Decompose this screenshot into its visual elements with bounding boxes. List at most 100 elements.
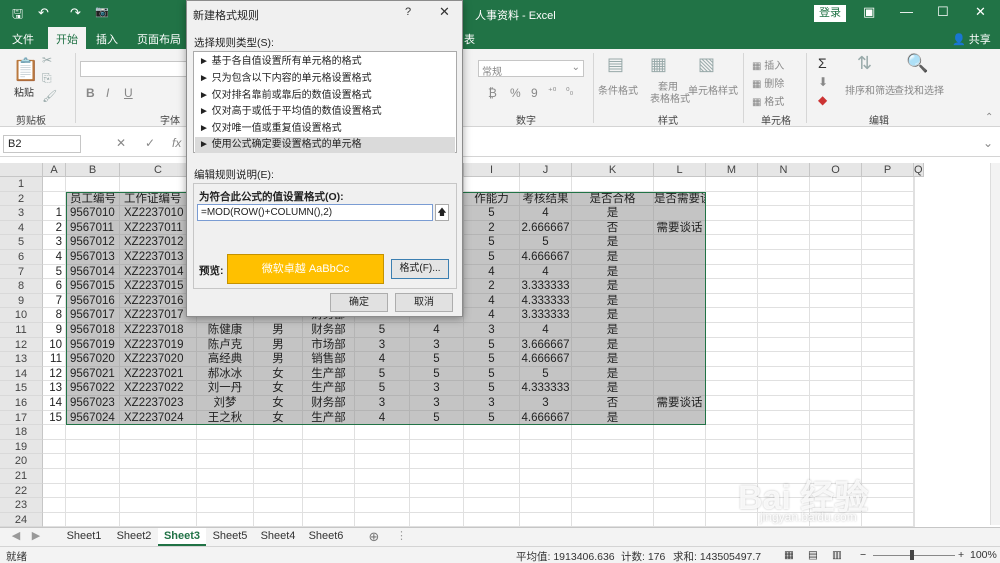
cell[interactable]: 4 [355, 352, 410, 367]
cell[interactable] [810, 396, 862, 411]
underline-button[interactable]: U [124, 86, 133, 100]
cell[interactable]: 9 [43, 323, 66, 338]
cell[interactable] [758, 425, 810, 440]
cell[interactable] [706, 235, 758, 250]
cell[interactable] [758, 454, 810, 469]
cell[interactable]: 是 [572, 366, 654, 382]
normal-view-icon[interactable]: ▦ [784, 549, 794, 561]
find-select-button[interactable]: 查找和选择 [894, 82, 944, 97]
cell[interactable]: 3.333333 [520, 308, 572, 323]
cell[interactable] [914, 250, 915, 265]
camera-icon[interactable]: 📷 [95, 5, 109, 18]
cell[interactable] [254, 483, 303, 499]
cell[interactable] [706, 439, 758, 455]
column-header-n[interactable]: N [758, 163, 810, 177]
cell[interactable]: 否 [572, 396, 654, 411]
cell[interactable] [66, 454, 120, 469]
cell[interactable] [706, 337, 758, 353]
row-header[interactable]: 15 [0, 381, 43, 396]
cell[interactable] [410, 439, 464, 455]
cell[interactable] [572, 483, 654, 499]
cell[interactable] [654, 425, 706, 440]
cell[interactable] [914, 498, 915, 513]
row-header[interactable]: 9 [0, 293, 43, 309]
rule-type-item[interactable]: ► 仅对高于或低于平均值的数值设置格式 [195, 104, 455, 120]
cell[interactable] [572, 469, 654, 484]
cell[interactable]: 9567022 [66, 381, 120, 396]
cell[interactable]: 9567017 [66, 308, 120, 323]
cell[interactable]: 9567014 [66, 264, 120, 280]
row-header[interactable]: 21 [0, 469, 43, 484]
cell[interactable]: 4 [520, 323, 572, 338]
cell[interactable] [810, 220, 862, 236]
cell[interactable] [66, 469, 120, 484]
tab-insert[interactable]: 插入 [96, 31, 118, 47]
cell[interactable] [520, 498, 572, 513]
cell[interactable] [520, 512, 572, 528]
row-header[interactable]: 23 [0, 498, 43, 513]
cell[interactable] [914, 279, 915, 294]
conditional-format-icon[interactable]: ▤ [607, 54, 624, 75]
cell[interactable] [120, 454, 197, 469]
cell[interactable] [862, 337, 914, 353]
cell[interactable] [654, 512, 706, 528]
cell[interactable] [914, 308, 915, 323]
cell[interactable] [758, 308, 810, 323]
cell[interactable] [43, 483, 66, 499]
cell[interactable]: 高经典 [197, 352, 254, 367]
row-header[interactable]: 7 [0, 264, 43, 280]
cell[interactable]: 9567023 [66, 396, 120, 411]
paste-icon[interactable]: 📋 [12, 57, 39, 83]
cell[interactable] [914, 337, 915, 353]
percent-button[interactable]: % [510, 86, 521, 100]
ok-button[interactable]: 确定 [330, 293, 388, 312]
cell[interactable]: 5 [464, 235, 520, 250]
cell[interactable] [706, 191, 758, 207]
cell[interactable] [862, 250, 914, 265]
cell[interactable] [66, 498, 120, 513]
cell[interactable] [914, 191, 915, 207]
cell[interactable] [810, 235, 862, 250]
cell[interactable] [43, 469, 66, 484]
page-break-view-icon[interactable]: ▥ [832, 549, 842, 561]
row-header[interactable]: 5 [0, 235, 43, 250]
bold-button[interactable]: B [86, 86, 95, 100]
cell[interactable] [758, 191, 810, 207]
cell[interactable] [43, 425, 66, 440]
cancel-button[interactable]: 取消 [395, 293, 453, 312]
cell[interactable] [862, 177, 914, 192]
sheet-tab[interactable]: Sheet6 [302, 528, 350, 546]
cell[interactable] [862, 235, 914, 250]
cell[interactable]: 5 [410, 410, 464, 426]
sheet-tab[interactable]: Sheet2 [110, 528, 158, 546]
cell[interactable] [810, 410, 862, 426]
cell[interactable]: 9567016 [66, 293, 120, 309]
rule-type-item[interactable]: ► 只为包含以下内容的单元格设置格式 [195, 71, 455, 87]
cell[interactable] [810, 323, 862, 338]
cell[interactable] [862, 191, 914, 207]
cell[interactable]: XZ2237022 [120, 381, 197, 396]
cell[interactable] [862, 366, 914, 382]
cell[interactable]: 需要谈话 [654, 220, 706, 236]
cell[interactable]: 5 [355, 323, 410, 338]
cell[interactable] [355, 483, 410, 499]
cell[interactable] [120, 469, 197, 484]
cell[interactable]: 3 [43, 235, 66, 250]
cell[interactable]: 3 [520, 396, 572, 411]
cell[interactable] [862, 498, 914, 513]
cell[interactable] [654, 250, 706, 265]
cell[interactable]: 13 [43, 381, 66, 396]
cell[interactable]: 3 [464, 396, 520, 411]
cell[interactable] [758, 235, 810, 250]
cell[interactable]: 4 [43, 250, 66, 265]
cell[interactable]: 5 [464, 352, 520, 367]
cell[interactable] [914, 177, 915, 192]
autosum-button[interactable]: Σ [818, 55, 827, 71]
cell[interactable] [120, 483, 197, 499]
cell[interactable]: 女 [254, 381, 303, 396]
table-format-button[interactable]: 套用 表格格式 [650, 82, 690, 106]
cell[interactable] [706, 352, 758, 367]
paste-label[interactable]: 粘贴 [14, 84, 34, 99]
cell[interactable]: 6 [43, 279, 66, 294]
cell[interactable] [520, 483, 572, 499]
